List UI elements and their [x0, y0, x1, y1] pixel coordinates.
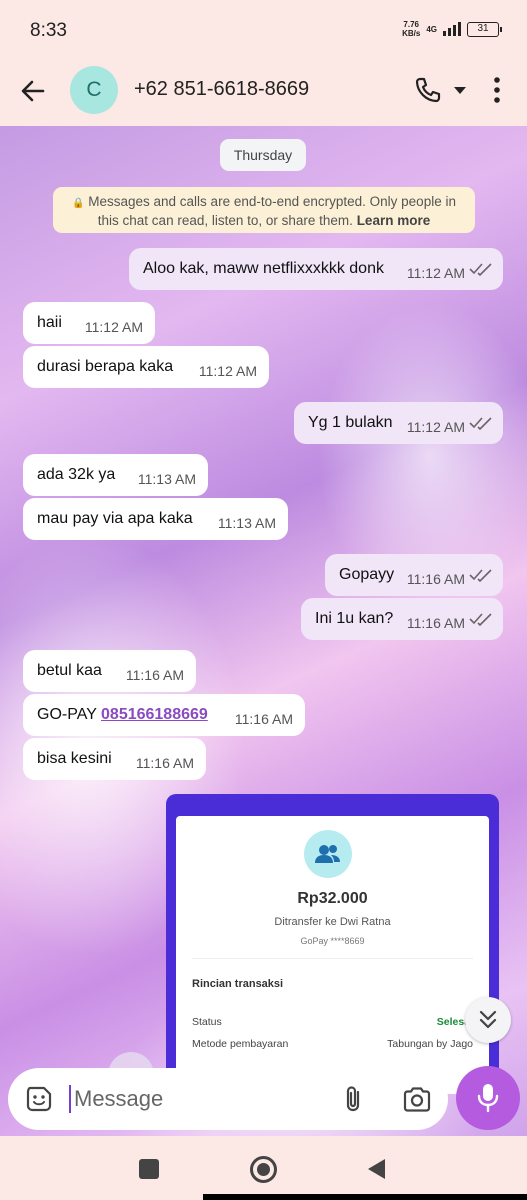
- paperclip-icon: [346, 1086, 360, 1112]
- receipt-row-value: Tabungan by Jago: [387, 1038, 473, 1050]
- message-time: 11:16 AM: [135, 755, 194, 771]
- message-text: Aloo kak, maww netflixxxkkk donk: [143, 260, 384, 277]
- receipt-section-title: Rincian transaksi: [192, 978, 284, 990]
- message-bubble-incoming[interactable]: betul kaa 11:16 AM: [23, 650, 196, 692]
- users-icon: [304, 830, 352, 878]
- back-button[interactable]: [18, 76, 48, 106]
- message-text: Ini 1u kan?: [315, 610, 394, 627]
- double-chevron-down-icon: [479, 1010, 497, 1029]
- receipt-amount: Rp32.000: [297, 890, 368, 907]
- network-speed: 7.76 KB/s: [402, 20, 420, 38]
- message-time: 11:16 AM: [406, 615, 465, 631]
- double-check-icon: [469, 417, 492, 430]
- message-bubble-incoming[interactable]: bisa kesini 11:16 AM: [23, 738, 206, 780]
- message-time: 11:12 AM: [406, 419, 465, 435]
- receipt-row-label: Status: [192, 1016, 222, 1028]
- sticker-button[interactable]: [24, 1084, 54, 1114]
- message-time: 11:16 AM: [406, 571, 465, 587]
- double-check-icon: [469, 569, 492, 582]
- message-bubble-incoming[interactable]: haii 11:12 AM: [23, 302, 155, 344]
- home-button[interactable]: [250, 1156, 277, 1183]
- message-time: 11:13 AM: [217, 515, 276, 531]
- message-text: Yg 1 bulakn: [308, 414, 393, 431]
- double-check-icon: [469, 613, 492, 626]
- status-bar: 8:33 7.76 KB/s 4G 31: [0, 0, 527, 62]
- message-bubble-incoming[interactable]: durasi berapa kaka 11:12 AM: [23, 346, 269, 388]
- message-bubble-outgoing[interactable]: Yg 1 bulakn 11:12 AM: [294, 402, 503, 444]
- message-text: betul kaa: [37, 662, 102, 679]
- message-time: 11:12 AM: [198, 363, 257, 379]
- text-cursor: [69, 1085, 71, 1113]
- message-text: Gopayy: [339, 566, 395, 583]
- receipt-row-label: Metode pembayaran: [192, 1038, 289, 1050]
- scroll-to-bottom-button[interactable]: [465, 997, 511, 1043]
- signal-icon: [443, 22, 461, 36]
- phone-icon: [415, 77, 441, 103]
- message-input[interactable]: [74, 1081, 324, 1117]
- attach-button[interactable]: [340, 1084, 368, 1114]
- message-time: 11:12 AM: [406, 265, 465, 281]
- message-text: GO-PAY: [37, 706, 102, 723]
- status-time: 8:33: [30, 20, 67, 41]
- receipt-card: Rp32.000 Ditransfer ke Dwi Ratna GoPay *…: [176, 816, 489, 1094]
- arrow-left-icon: [21, 80, 45, 102]
- microphone-icon: [477, 1084, 499, 1113]
- caret-down-icon: [454, 87, 466, 94]
- message-bubble-outgoing[interactable]: Ini 1u kan? 11:16 AM: [301, 598, 503, 640]
- receipt-scallop-edge: [176, 810, 489, 822]
- voice-message-button[interactable]: [456, 1066, 520, 1130]
- system-back-button[interactable]: [366, 1158, 386, 1180]
- voice-call-button[interactable]: [412, 74, 444, 106]
- message-bubble-incoming[interactable]: ada 32k ya 11:13 AM: [23, 454, 208, 496]
- lock-icon: 🔒: [72, 198, 85, 209]
- system-navigation-bar: [0, 1136, 527, 1200]
- network-type: 4G: [426, 24, 437, 34]
- message-bubble-incoming[interactable]: mau pay via apa kaka 11:13 AM: [23, 498, 288, 540]
- users-glyph: [315, 845, 340, 863]
- message-text: durasi berapa kaka: [37, 358, 174, 375]
- receipt-row-method: Metode pembayaran Tabungan by Jago: [192, 1038, 473, 1050]
- learn-more-link[interactable]: Learn more: [357, 213, 431, 228]
- battery-icon: 31: [467, 21, 502, 37]
- image-message-receipt[interactable]: Rp32.000 Ditransfer ke Dwi Ratna GoPay *…: [166, 794, 499, 1094]
- chat-area[interactable]: Thursday 🔒 Messages and calls are end-to…: [0, 126, 527, 1136]
- message-time: 11:13 AM: [137, 471, 196, 487]
- receipt-divider: [192, 958, 473, 959]
- chat-header: C +62 851-6618-8669: [0, 62, 527, 126]
- receipt-row-status: Status Selesai: [192, 1016, 473, 1028]
- contact-name[interactable]: +62 851-6618-8669: [134, 78, 309, 101]
- message-bubble-incoming[interactable]: GO-PAY 085166188669 11:16 AM: [23, 694, 305, 736]
- sticker-icon: [26, 1086, 52, 1112]
- recents-button[interactable]: [139, 1159, 159, 1179]
- message-bubble-outgoing[interactable]: Aloo kak, maww netflixxxkkk donk 11:12 A…: [129, 248, 503, 290]
- message-text: haii: [37, 314, 62, 331]
- encryption-notice[interactable]: 🔒 Messages and calls are end-to-end encr…: [53, 187, 475, 233]
- more-vertical-icon: [494, 77, 500, 103]
- message-time: 11:12 AM: [84, 319, 143, 335]
- message-text: ada 32k ya: [37, 466, 116, 483]
- status-indicators: 7.76 KB/s 4G 31: [402, 20, 502, 38]
- receipt-account: GoPay ****8669: [300, 936, 365, 946]
- receipt-recipient: Ditransfer ke Dwi Ratna: [274, 916, 391, 928]
- message-text: bisa kesini: [37, 750, 112, 767]
- network-speed-value: 7.76: [403, 20, 419, 29]
- phone-number-link[interactable]: 085166188669: [101, 706, 208, 723]
- message-time: 11:16 AM: [125, 667, 184, 683]
- contact-avatar[interactable]: C: [70, 66, 118, 114]
- double-check-icon: [469, 263, 492, 276]
- gesture-bar: [203, 1194, 527, 1200]
- date-divider: Thursday: [220, 139, 306, 171]
- message-bubble-outgoing[interactable]: Gopayy 11:16 AM: [325, 554, 503, 596]
- camera-button[interactable]: [402, 1085, 432, 1113]
- more-options-button[interactable]: [486, 74, 508, 106]
- message-composer: [8, 1068, 448, 1130]
- network-speed-unit: KB/s: [402, 29, 421, 38]
- triangle-back-icon: [368, 1159, 385, 1179]
- message-text: mau pay via apa kaka: [37, 510, 193, 527]
- call-options-dropdown[interactable]: [452, 82, 468, 98]
- camera-icon: [403, 1087, 431, 1112]
- message-time: 11:16 AM: [234, 711, 293, 727]
